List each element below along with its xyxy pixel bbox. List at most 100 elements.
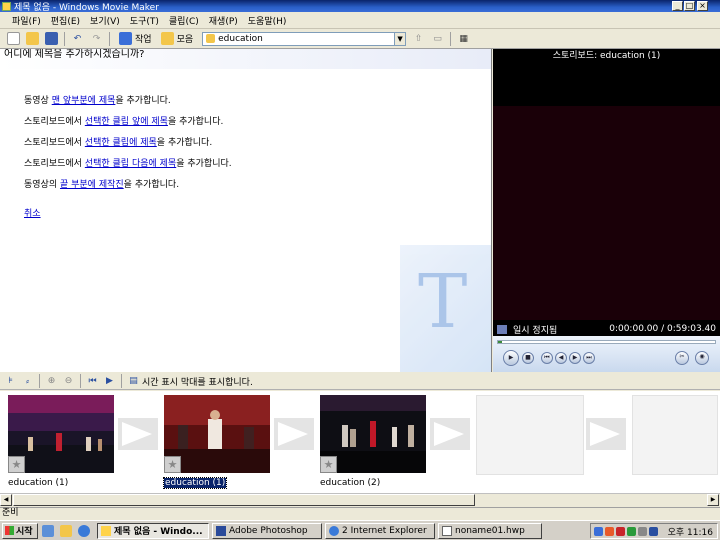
option-title-at-beginning: 동영상 맨 앞부분에 제목을 추가합니다.	[24, 93, 171, 106]
transition-slot[interactable]	[274, 418, 314, 450]
link-title-before-clip[interactable]: 선택한 클립 앞에 제목	[85, 117, 168, 127]
window-title: 제목 없음 - Windows Movie Maker	[14, 2, 159, 13]
clip-label: education (1)	[8, 478, 69, 488]
explorer-icon[interactable]	[60, 524, 72, 537]
narrate-timeline-icon[interactable]: ⊧	[5, 376, 16, 387]
video-effects-star-icon[interactable]: ★	[8, 456, 25, 473]
option-prefix: 스토리보드에서	[24, 159, 85, 169]
empty-clip-slot[interactable]	[632, 395, 718, 475]
scroll-right-icon[interactable]: ▶	[707, 494, 719, 506]
network-icon[interactable]	[594, 526, 603, 536]
play-icon[interactable]: ▶	[503, 350, 519, 366]
menu-clip[interactable]: 클립(C)	[165, 14, 205, 27]
option-suffix: 을 추가합니다.	[167, 117, 224, 127]
forward-icon[interactable]: ▶	[569, 352, 581, 364]
storyboard-scrollbar[interactable]: ◀ ▶	[0, 493, 720, 506]
show-desktop-icon[interactable]	[42, 524, 54, 537]
task-pane-heading: 어디에 제목을 추가하시겠습니까?	[0, 49, 491, 69]
shield-icon[interactable]	[616, 526, 625, 536]
maximize-button[interactable]: □	[684, 1, 695, 11]
storyboard-clip[interactable]: ★	[164, 395, 270, 473]
storyboard-clip[interactable]: ★	[8, 395, 114, 473]
volume-icon[interactable]	[638, 526, 647, 536]
menu-view[interactable]: 보기(V)	[86, 14, 126, 27]
status-text: 준비	[2, 508, 19, 518]
transition-slot[interactable]	[430, 418, 470, 450]
menu-help[interactable]: 도움말(H)	[244, 14, 293, 27]
ime-icon[interactable]	[649, 526, 658, 536]
document-icon	[442, 525, 452, 536]
menu-play[interactable]: 재생(P)	[205, 14, 244, 27]
preview-monitor: 스토리보드: education (1) 일시 정지됨 0:00:00.00 /…	[493, 49, 720, 372]
transition-arrow-icon	[278, 422, 308, 446]
link-credits-at-end[interactable]: 끝 부분에 제작진	[60, 180, 124, 190]
undo-icon[interactable]: ↶	[71, 32, 84, 45]
collections-button[interactable]: 모음	[155, 32, 197, 45]
transition-arrow-icon	[122, 422, 152, 446]
new-project-icon[interactable]	[7, 32, 20, 45]
taskbar-button-photoshop[interactable]: Adobe Photoshop	[212, 522, 322, 539]
new-folder-icon[interactable]: ▭	[431, 32, 444, 45]
video-effects-star-icon[interactable]: ★	[320, 456, 337, 473]
link-title-at-beginning[interactable]: 맨 앞부분에 제목	[52, 96, 116, 106]
collection-value: education	[218, 33, 263, 44]
toolbar-separator	[80, 374, 81, 388]
play-storyboard-icon[interactable]: ▶	[104, 376, 115, 387]
previous-frame-icon[interactable]: ⏮	[541, 352, 553, 364]
scroll-left-icon[interactable]: ◀	[0, 494, 12, 506]
toolbar-separator	[450, 31, 452, 46]
seek-bar[interactable]	[497, 340, 716, 344]
close-button[interactable]: ×	[697, 1, 708, 11]
start-button[interactable]: 시작	[2, 522, 38, 539]
zoom-out-icon[interactable]: ⊖	[63, 376, 74, 387]
zoom-in-icon[interactable]: ⊕	[46, 376, 57, 387]
transition-arrow-icon	[590, 422, 620, 446]
antivirus-icon[interactable]	[605, 526, 614, 536]
link-title-on-clip[interactable]: 선택한 클립에 제목	[85, 138, 157, 148]
taskbar-button-movie-maker[interactable]: 제목 없음 - Windo...	[97, 522, 209, 539]
option-suffix: 을 추가합니다.	[176, 159, 232, 169]
set-audio-levels-icon[interactable]: ⸗	[22, 376, 33, 387]
chevron-down-icon[interactable]: ▼	[394, 32, 406, 45]
taskbar-button-internet-explorer[interactable]: 2 Internet Explorer	[325, 522, 435, 539]
toolbar-separator	[121, 374, 122, 388]
menu-file[interactable]: 파일(F)	[8, 14, 47, 27]
collection-dropdown[interactable]: education ▼	[202, 31, 407, 46]
save-project-icon[interactable]	[45, 32, 58, 45]
scroll-thumb[interactable]	[13, 494, 475, 506]
show-timeline-icon[interactable]: ▤	[128, 376, 139, 387]
video-effects-star-icon[interactable]: ★	[164, 456, 181, 473]
up-level-icon[interactable]: ⇧	[412, 32, 425, 45]
messenger-icon[interactable]	[627, 526, 636, 536]
next-frame-icon[interactable]: ⏭	[583, 352, 595, 364]
taskbar-button-label: noname01.hwp	[455, 525, 525, 536]
toolbar-separator	[39, 374, 40, 388]
redo-icon[interactable]: ↷	[90, 32, 103, 45]
open-project-icon[interactable]	[26, 32, 39, 45]
menu-tools[interactable]: 도구(T)	[126, 14, 165, 27]
rewind-storyboard-icon[interactable]: ⏮	[87, 376, 98, 387]
internet-explorer-icon[interactable]	[78, 524, 90, 537]
rewind-icon[interactable]: ◀	[555, 352, 567, 364]
split-clip-icon[interactable]: ✂	[675, 351, 689, 365]
transition-slot[interactable]	[586, 418, 626, 450]
system-tray: 오후 11:16	[590, 523, 718, 539]
clip-label: education (2)	[320, 478, 381, 488]
show-timeline-label[interactable]: 시간 표시 막대를 표시합니다.	[142, 375, 253, 388]
minimize-button[interactable]: _	[672, 1, 683, 11]
cancel-link[interactable]: 취소	[24, 209, 41, 219]
take-picture-icon[interactable]: ◉	[695, 351, 709, 365]
empty-clip-slot[interactable]	[476, 395, 584, 475]
taskbar-button-hwp[interactable]: noname01.hwp	[438, 522, 542, 539]
link-title-after-clip[interactable]: 선택한 클립 다음에 제목	[85, 159, 176, 169]
menu-edit[interactable]: 편집(E)	[47, 14, 86, 27]
toolbar-separator	[109, 31, 110, 46]
internet-explorer-icon	[329, 525, 339, 536]
transition-slot[interactable]	[118, 418, 158, 450]
option-prefix: 동영상	[24, 96, 52, 106]
tasks-button[interactable]: 작업	[113, 32, 155, 45]
title-bar: 제목 없음 - Windows Movie Maker _ □ ×	[0, 0, 720, 13]
storyboard-clip[interactable]: ★	[320, 395, 426, 473]
view-options-icon[interactable]: ▦	[457, 32, 470, 45]
stop-icon[interactable]: ■	[522, 352, 534, 364]
